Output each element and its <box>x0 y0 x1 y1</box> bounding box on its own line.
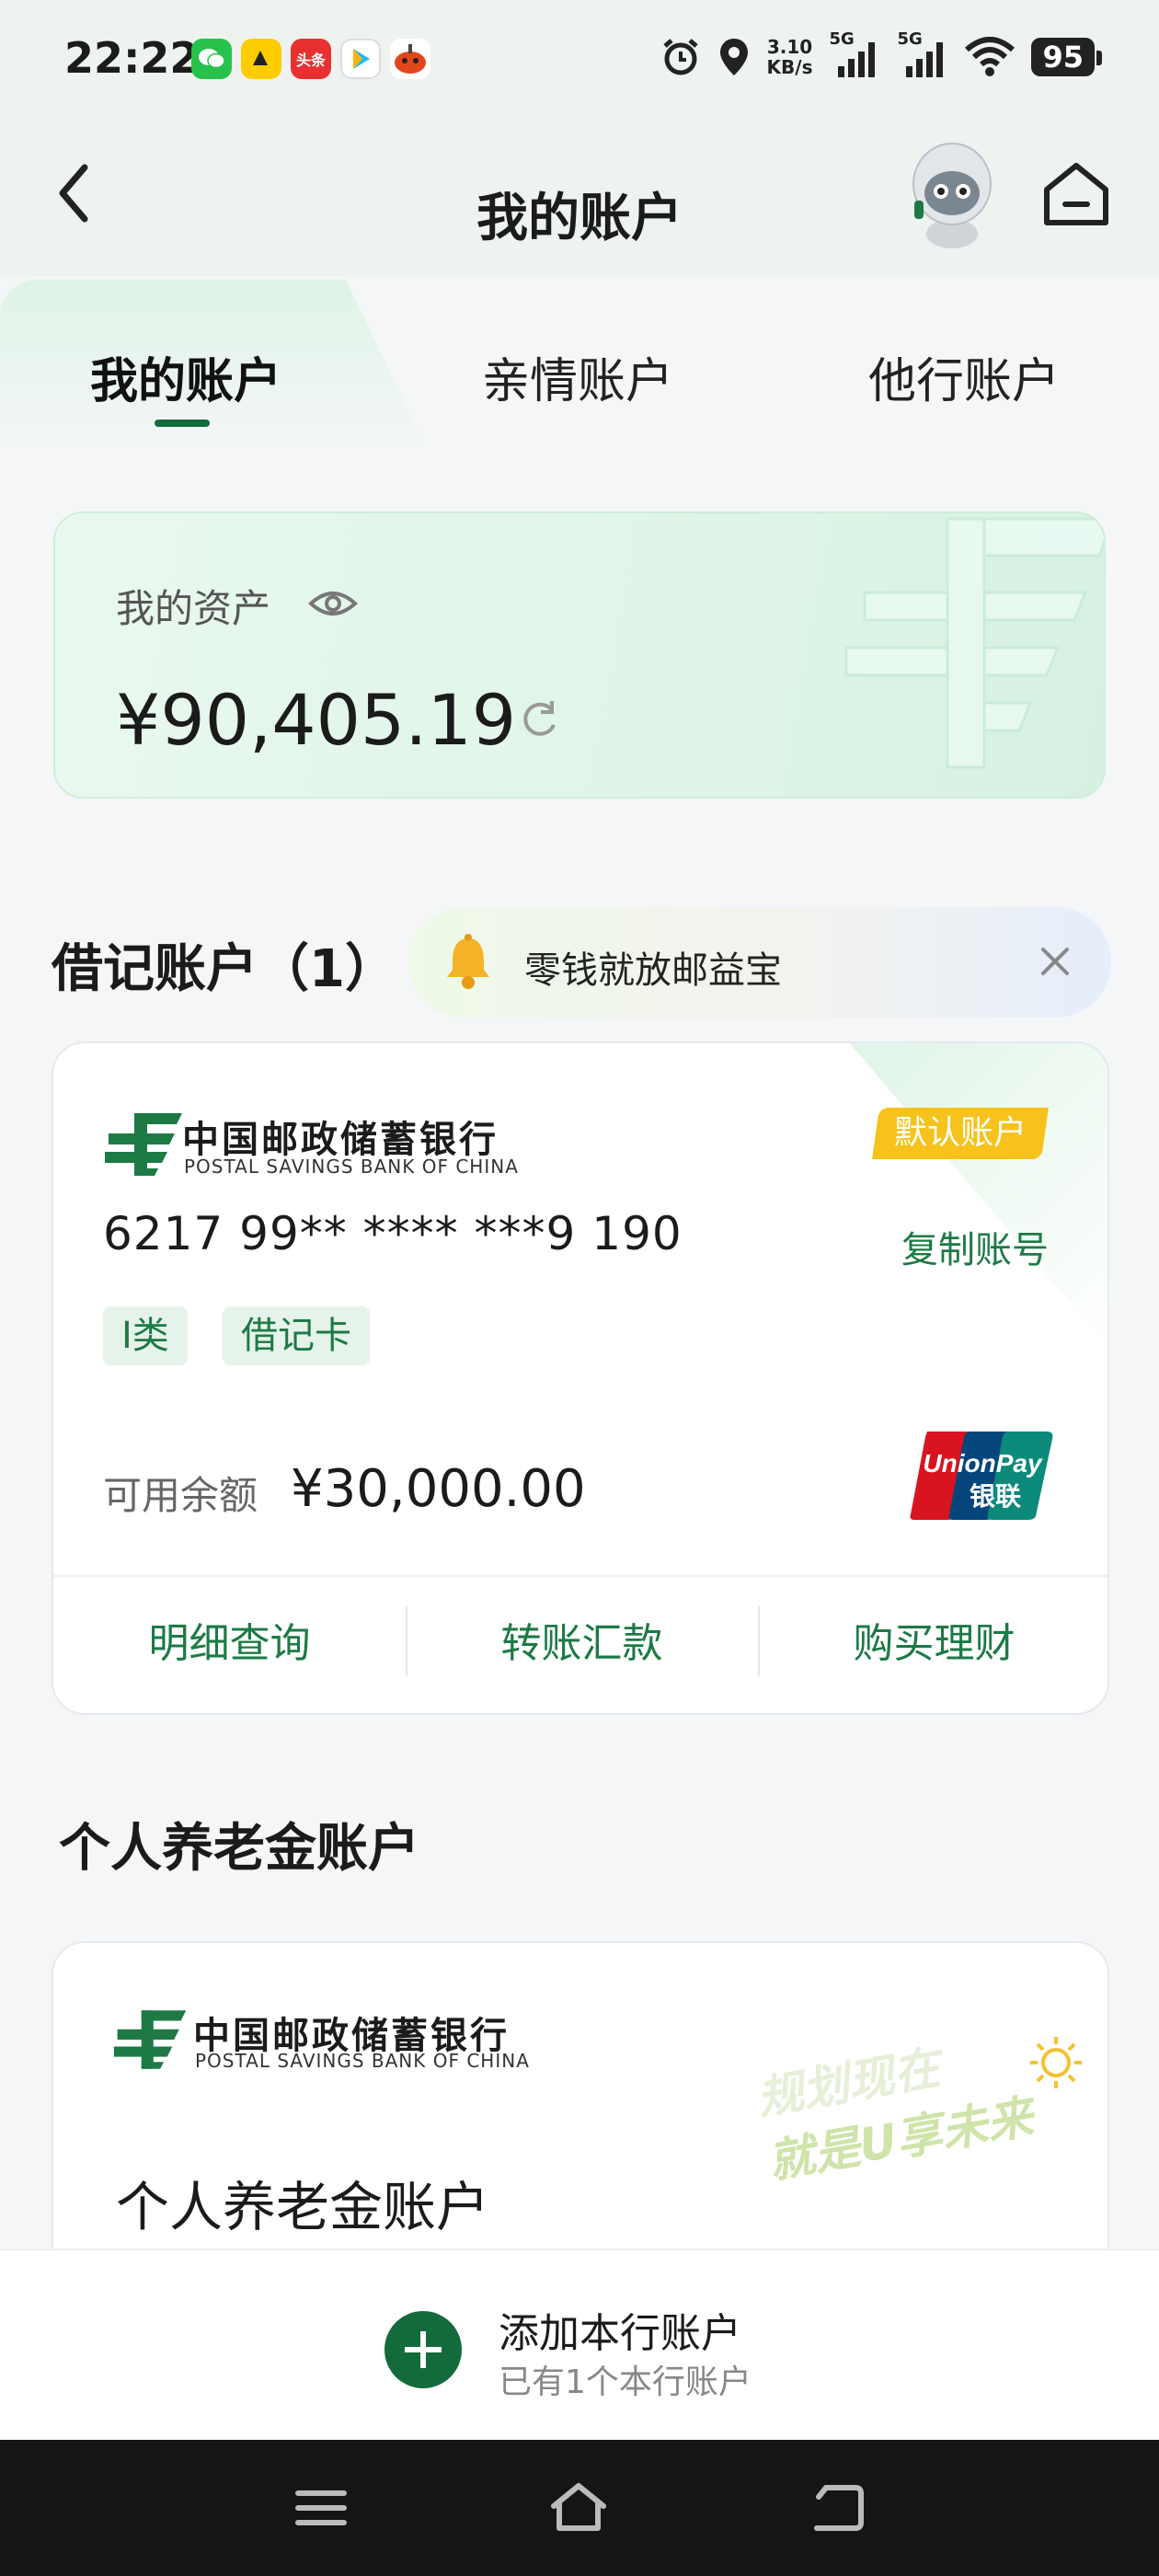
eye-icon[interactable] <box>307 578 359 629</box>
card-class-tag: Ⅰ类 <box>103 1306 188 1365</box>
toutiao-icon: 头条 <box>291 39 331 79</box>
card-number: 6217 99** **** ***9 190 <box>103 1207 683 1260</box>
promo-banner[interactable]: 零钱就放邮益宝 <box>408 907 1111 1018</box>
unionpay-logo: UnionPay 银联 <box>910 1432 1053 1520</box>
pension-section-title: 个人养老金账户 <box>59 1819 419 1879</box>
location-icon <box>719 39 748 75</box>
nav-back-icon[interactable] <box>806 2480 870 2536</box>
app-header: 我的账户 <box>0 120 1159 285</box>
asset-card[interactable]: 我的资产 ¥90,405.19 <box>53 512 1106 799</box>
default-account-badge: 默认账户 <box>872 1108 1049 1159</box>
notification-icons: 头条 <box>191 39 430 79</box>
status-bar: 22:22 头条 3.10 KB/s 5G 5G 95 <box>0 0 1159 120</box>
bank-logo-icon <box>105 1113 182 1176</box>
plus-icon[interactable] <box>384 2311 462 2388</box>
meituan-icon <box>241 39 281 79</box>
card-type-tag: 借记卡 <box>223 1306 370 1365</box>
account-tabs: 我的账户 亲情账户 他行账户 <box>0 276 1159 460</box>
tab-family-accounts[interactable]: 亲情账户 <box>482 342 673 411</box>
unionpay-text-cn: 银联 <box>970 1481 1021 1512</box>
sun-icon <box>1030 2037 1082 2088</box>
balance-label: 可用余额 <box>103 1473 258 1518</box>
asset-value: ¥90,405.19 <box>116 679 517 761</box>
card-divider <box>53 1575 1107 1577</box>
nav-home-icon[interactable] <box>546 2480 611 2536</box>
buy-wealth-button[interactable]: 购买理财 <box>758 1610 1107 1669</box>
debit-section-title: 借记账户（1） <box>52 939 396 999</box>
bank-logo-icon <box>113 2010 187 2069</box>
transaction-details-button[interactable]: 明细查询 <box>53 1610 406 1669</box>
postal-logo-watermark <box>844 517 1104 769</box>
add-account-bar[interactable]: 添加本行账户 已有1个本行账户 <box>0 2248 1159 2440</box>
menu-icon[interactable] <box>289 2480 353 2536</box>
debit-card[interactable]: 中国邮政储蓄银行 POSTAL SAVINGS BANK OF CHINA 默认… <box>52 1041 1109 1715</box>
tencent-video-icon <box>340 39 381 79</box>
refresh-icon[interactable] <box>515 696 563 743</box>
wechat-icon <box>191 39 232 79</box>
signal-icon: 5G <box>829 29 880 79</box>
close-icon[interactable] <box>1032 938 1078 984</box>
promo-text: 零钱就放邮益宝 <box>524 949 782 992</box>
tab-other-bank-accounts[interactable]: 他行账户 <box>868 342 1060 411</box>
game-icon <box>390 39 430 79</box>
bell-icon <box>447 934 489 989</box>
pension-slogan: 规划现在 就是U享未来 <box>753 2037 1082 2189</box>
transfer-button[interactable]: 转账汇款 <box>406 1610 758 1669</box>
balance-value: ¥30,000.00 <box>291 1459 586 1519</box>
copy-account-number-button[interactable]: 复制账号 <box>901 1220 1049 1273</box>
add-account-label[interactable]: 添加本行账户 <box>499 2300 741 2359</box>
system-nav-bar <box>0 2440 1159 2576</box>
unionpay-text-en: UnionPay <box>923 1449 1043 1478</box>
bank-name-en: POSTAL SAVINGS BANK OF CHINA <box>195 2050 530 2072</box>
asset-label: 我的资产 <box>116 586 271 631</box>
bank-name-en: POSTAL SAVINGS BANK OF CHINA <box>184 1156 519 1178</box>
assistant-robot-icon[interactable] <box>901 131 1003 250</box>
home-icon[interactable] <box>1039 156 1113 230</box>
status-time: 22:22 <box>64 33 200 83</box>
alarm-icon <box>662 39 698 75</box>
status-right: 3.10 KB/s 5G 5G 95 <box>660 29 1102 79</box>
network-speed: 3.10 KB/s <box>766 36 813 78</box>
add-account-sub: 已有1个本行账户 <box>499 2363 752 2401</box>
signal-icon: 5G <box>897 29 948 79</box>
battery-indicator: 95 <box>1031 38 1102 76</box>
tab-my-accounts[interactable]: 我的账户 <box>90 342 281 411</box>
wifi-icon <box>965 37 1016 76</box>
tab-indicator <box>155 420 210 427</box>
pension-account-name: 个人养老金账户 <box>116 2176 490 2238</box>
card-decoration <box>850 1043 1107 1347</box>
